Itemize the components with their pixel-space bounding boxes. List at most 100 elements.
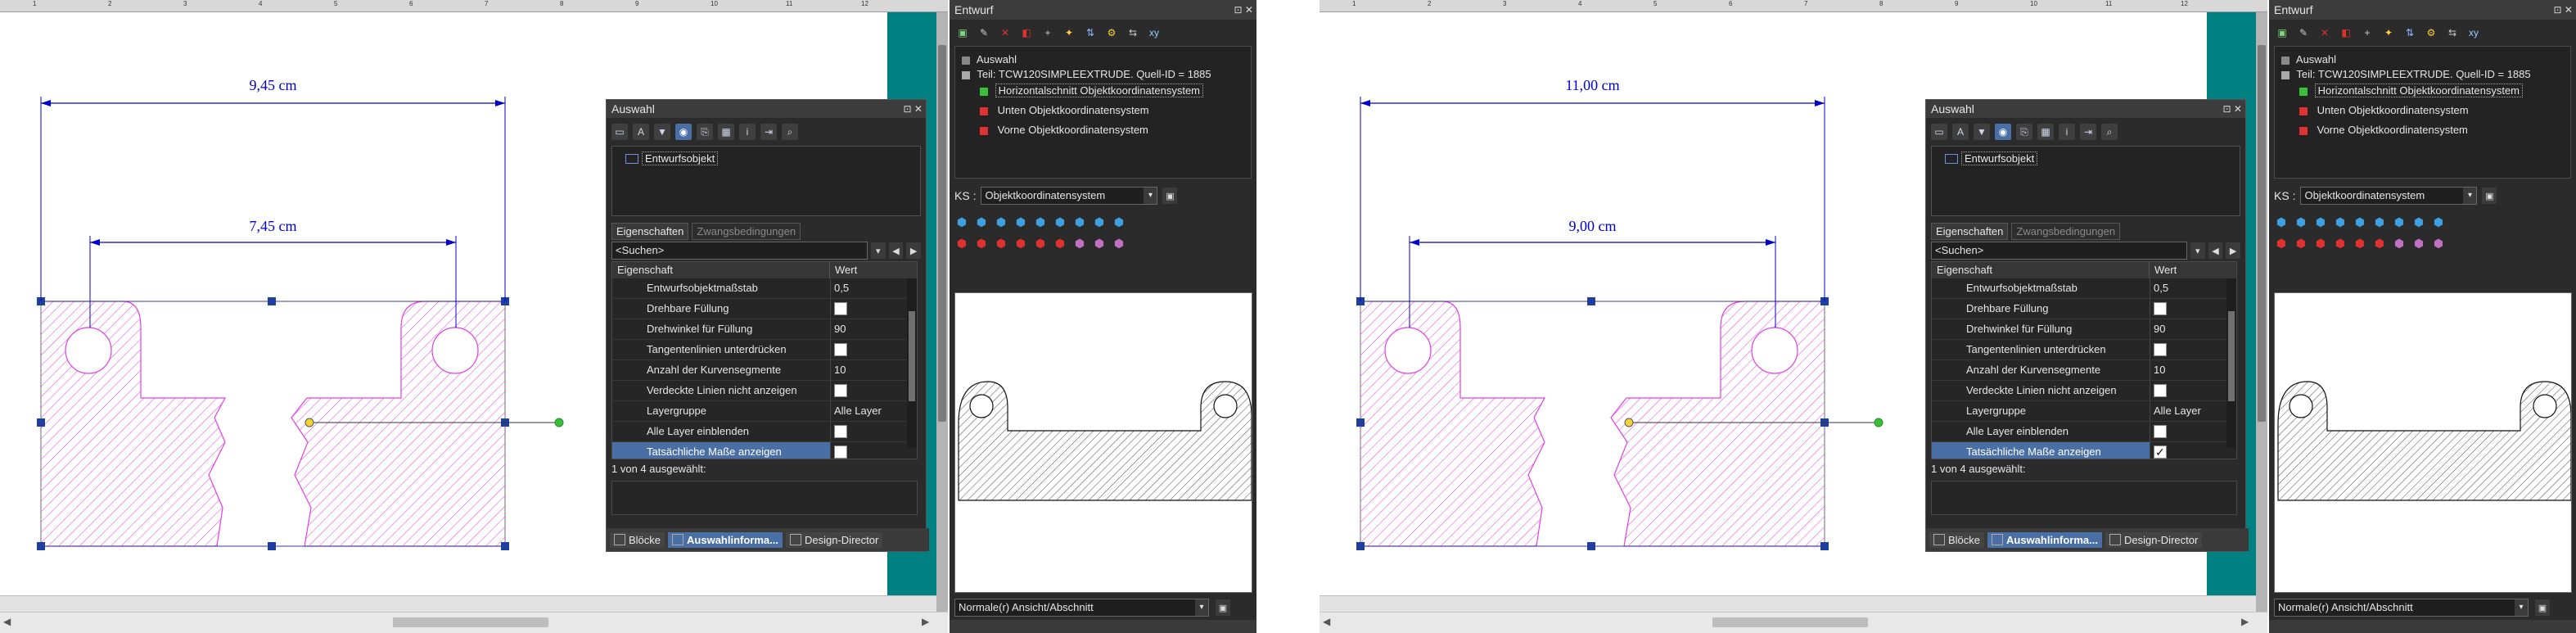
scroll-left-icon[interactable]: ◀ xyxy=(1323,616,1330,627)
panel-buttons[interactable]: ⊡ ✕ xyxy=(904,100,923,118)
property-checkbox[interactable] xyxy=(2154,342,2167,356)
property-search[interactable]: <Suchen> xyxy=(1931,242,2187,260)
panel-buttons[interactable]: ⊡ ✕ xyxy=(2223,100,2242,118)
property-checkbox[interactable] xyxy=(834,424,847,438)
select-icon[interactable]: ▭ xyxy=(1931,124,1947,140)
property-row[interactable]: Tatsächliche Maße anzeigen xyxy=(612,442,917,459)
property-row[interactable]: Tatsächliche Maße anzeigen xyxy=(1932,442,2236,459)
view-cube-icon[interactable]: ⬢ xyxy=(1112,215,1126,229)
view-cube-icon[interactable]: ⬢ xyxy=(2411,215,2426,229)
horizontal-scrollbar[interactable]: ◀ ▶ xyxy=(0,612,948,633)
view-cube-icon[interactable]: ⬢ xyxy=(1013,215,1028,229)
property-row[interactable]: Drehwinkel für Füllung 90 xyxy=(612,319,917,340)
info-icon[interactable]: i xyxy=(2059,124,2075,140)
remove-icon[interactable]: ◧ xyxy=(2338,25,2354,41)
view-cube-icon[interactable]: ⬢ xyxy=(1033,236,1048,251)
view-cube-icon[interactable]: ⬢ xyxy=(994,215,1008,229)
panel-titlebar[interactable]: Auswahl ⊡ ✕ xyxy=(1926,100,2245,118)
tree-item[interactable]: Vorne Objektkoordinatensystem xyxy=(980,124,1151,136)
xy-icon[interactable]: xy xyxy=(2465,25,2482,41)
copy-icon[interactable]: ⎘ xyxy=(2016,124,2032,140)
ks-select[interactable]: Objektkoordinatensystem ▾ xyxy=(981,187,1158,205)
panel-tab[interactable]: Design-Director xyxy=(2105,531,2203,548)
view-cube-icon[interactable]: ⬢ xyxy=(1013,236,1028,251)
tree-item[interactable]: Horizontalschnitt Objektkoordinatensyste… xyxy=(980,84,1204,97)
tree-item[interactable]: Teil: TCW120SIMPLEEXTRUDE. Quell-ID = 18… xyxy=(2281,68,2531,80)
property-value[interactable]: 10 xyxy=(2154,364,2165,376)
property-value[interactable]: 0,5 xyxy=(2154,282,2168,294)
tree-item[interactable]: Horizontalschnitt Objektkoordinatensyste… xyxy=(2299,84,2524,97)
horizontal-scrollbar[interactable]: ◀ ▶ xyxy=(1320,612,2267,633)
scroll-right-icon[interactable]: ▶ xyxy=(922,616,929,627)
filter-icon[interactable]: ▼ xyxy=(654,124,670,140)
scroll-right-icon[interactable]: ▶ xyxy=(2241,616,2249,627)
view-cube-icon[interactable]: ⬢ xyxy=(1072,215,1087,229)
all-icon[interactable]: A xyxy=(633,124,649,140)
property-search[interactable]: <Suchen> xyxy=(611,242,868,260)
ks-settings-icon[interactable]: ▣ xyxy=(2482,188,2497,204)
property-checkbox[interactable] xyxy=(2154,383,2167,397)
panel-titlebar[interactable]: Auswahl ⊡ ✕ xyxy=(607,100,926,118)
expand-icon[interactable] xyxy=(962,56,970,65)
ks-settings-icon[interactable]: ▣ xyxy=(1162,188,1178,204)
panel-titlebar[interactable]: Entwurf ⊡ ✕ xyxy=(950,0,1256,20)
view-cube-icon[interactable]: ⬢ xyxy=(2431,236,2446,251)
property-checkbox[interactable] xyxy=(2154,301,2167,315)
flip-icon[interactable]: ⇆ xyxy=(2444,25,2461,41)
scroll-thumb[interactable] xyxy=(938,45,946,422)
view-select[interactable]: Normale(r) Ansicht/Abschnitt ▾ xyxy=(954,599,1209,617)
search-icon[interactable]: ⌕ xyxy=(782,124,798,140)
view-cube-icon[interactable]: ⬢ xyxy=(1092,215,1107,229)
preview-pane[interactable] xyxy=(2274,292,2572,593)
view-cube-icon[interactable]: ⬢ xyxy=(2431,215,2446,229)
dropdown-icon[interactable]: ▾ xyxy=(2190,242,2205,259)
property-checkbox[interactable] xyxy=(834,342,847,356)
new-icon[interactable]: ▣ xyxy=(2274,25,2290,41)
plus-icon[interactable]: + xyxy=(2359,25,2375,41)
property-row[interactable]: Alle Layer einblenden xyxy=(1932,422,2236,442)
property-row[interactable]: Verdeckte Linien nicht anzeigen xyxy=(1932,381,2236,401)
property-row[interactable]: Anzahl der Kurvensegmente 10 xyxy=(612,360,917,381)
prev-icon[interactable]: ◀ xyxy=(888,242,904,259)
view-cube-icon[interactable]: ⬢ xyxy=(1112,236,1126,251)
view-cube-icon[interactable]: ⬢ xyxy=(2372,236,2387,251)
vertical-scrollbar[interactable] xyxy=(936,12,948,612)
property-scrollbar[interactable] xyxy=(907,278,917,447)
plus-icon[interactable]: + xyxy=(1040,25,1056,41)
property-row[interactable]: Tangentenlinien unterdrücken xyxy=(1932,340,2236,360)
view-cube-icon[interactable]: ⬢ xyxy=(1053,215,1067,229)
property-row[interactable]: Entwurfsobjektmaßstab 0,5 xyxy=(1932,278,2236,299)
property-row[interactable]: Alle Layer einblenden xyxy=(612,422,917,442)
preview-pane[interactable] xyxy=(954,292,1252,593)
property-row[interactable]: Tangentenlinien unterdrücken xyxy=(612,340,917,360)
view-cube-icon[interactable]: ⬢ xyxy=(974,236,989,251)
object-info-icon[interactable]: ◉ xyxy=(1995,124,2011,140)
view-cube-icon[interactable]: ⬢ xyxy=(2353,215,2367,229)
tree-item[interactable]: Teil: TCW120SIMPLEEXTRUDE. Quell-ID = 18… xyxy=(962,68,1211,80)
panel-tab[interactable]: Auswahlinforma... xyxy=(668,531,783,548)
property-row[interactable]: Anzahl der Kurvensegmente 10 xyxy=(1932,360,2236,381)
edit-icon[interactable]: ✎ xyxy=(2295,25,2312,41)
settings-icon[interactable]: ⚙ xyxy=(1103,25,1120,41)
tab-properties[interactable]: Eigenschaften xyxy=(1931,223,2009,240)
property-checkbox[interactable] xyxy=(2154,424,2167,438)
view-cube-icon[interactable]: ⬢ xyxy=(1072,236,1087,251)
next-icon[interactable]: ▶ xyxy=(2226,242,2240,259)
view-cube-icon[interactable]: ⬢ xyxy=(2353,236,2367,251)
tab-constraints[interactable]: Zwangsbedingungen xyxy=(692,223,801,240)
xy-icon[interactable]: xy xyxy=(1146,25,1162,41)
view-cube-icon[interactable]: ⬢ xyxy=(2392,236,2407,251)
delete-icon[interactable]: ✕ xyxy=(997,25,1013,41)
panel-buttons[interactable]: ⊡ ✕ xyxy=(2554,0,2573,20)
view-cube-icon[interactable]: ⬢ xyxy=(994,236,1008,251)
view-settings-icon[interactable]: ▣ xyxy=(2535,599,2550,616)
property-value[interactable]: 90 xyxy=(2154,323,2165,335)
filter-icon[interactable]: ▼ xyxy=(1974,124,1990,140)
view-cube-icon[interactable]: ⬢ xyxy=(954,236,969,251)
delete-icon[interactable]: ✕ xyxy=(2317,25,2333,41)
settings-icon[interactable]: ⚙ xyxy=(2423,25,2439,41)
all-icon[interactable]: A xyxy=(1952,124,1969,140)
object-info-icon[interactable]: ◉ xyxy=(675,124,692,140)
export-icon[interactable]: ⇥ xyxy=(760,124,777,140)
panel-tab[interactable]: Design-Director xyxy=(786,531,883,548)
